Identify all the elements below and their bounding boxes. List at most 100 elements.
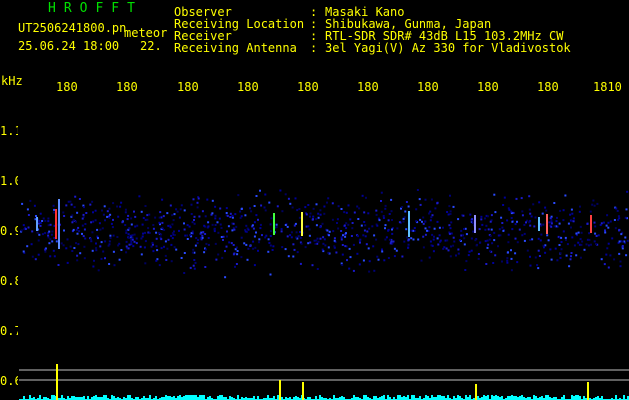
noise-pixel <box>225 207 228 210</box>
noise-pixel <box>49 223 52 226</box>
noise-pixel <box>383 259 386 262</box>
noise-pixel <box>194 244 197 247</box>
y-tick: 0.9 <box>0 224 18 238</box>
noise-pixel <box>516 241 519 244</box>
noise-pixel <box>603 263 606 266</box>
noise-pixel <box>493 193 496 196</box>
noise-pixel <box>90 221 93 224</box>
noise-pixel <box>388 238 391 241</box>
noise-pixel <box>407 239 410 242</box>
noise-pixel <box>48 242 51 245</box>
count-bar <box>425 395 427 400</box>
count-bar <box>407 395 409 400</box>
noise-pixel <box>38 233 41 236</box>
noise-pixel <box>594 225 597 228</box>
noise-pixel <box>406 236 409 239</box>
noise-pixel <box>448 205 451 208</box>
noise-pixel <box>384 204 387 207</box>
noise-pixel <box>380 191 383 194</box>
noise-pixel <box>191 230 194 233</box>
noise-pixel <box>490 214 493 217</box>
noise-pixel <box>481 223 484 226</box>
noise-pixel <box>267 238 270 241</box>
noise-pixel <box>196 201 199 204</box>
noise-pixel <box>521 210 524 213</box>
noise-pixel <box>134 225 137 228</box>
count-bar <box>441 396 443 400</box>
noise-pixel <box>287 255 290 258</box>
count-bar <box>375 396 377 400</box>
noise-pixel <box>207 225 210 228</box>
noise-pixel <box>543 246 545 249</box>
noise-pixel <box>284 224 287 226</box>
noise-pixel <box>252 240 255 243</box>
noise-pixel <box>607 266 610 269</box>
noise-pixel <box>231 214 234 217</box>
noise-pixel <box>204 266 207 268</box>
noise-pixel <box>309 215 311 218</box>
noise-pixel <box>217 253 220 256</box>
x-tick: 1810 <box>593 80 622 94</box>
noise-pixel <box>166 212 169 215</box>
noise-pixel <box>260 204 263 207</box>
noise-pixel <box>518 228 521 231</box>
noise-pixel <box>296 209 299 212</box>
noise-pixel <box>173 246 176 249</box>
noise-pixel <box>596 202 599 205</box>
noise-pixel <box>226 230 228 233</box>
noise-pixel <box>192 248 195 251</box>
noise-pixel <box>450 245 452 248</box>
noise-pixel <box>112 250 115 253</box>
noise-pixel <box>614 227 617 230</box>
count-bar <box>93 396 95 400</box>
noise-pixel <box>593 240 596 243</box>
noise-pixel <box>333 239 336 242</box>
count-bar <box>399 395 401 400</box>
noise-pixel <box>559 209 562 212</box>
noise-pixel <box>494 211 497 214</box>
noise-pixel <box>348 267 351 270</box>
noise-pixel <box>194 261 197 264</box>
noise-pixel <box>564 194 567 197</box>
noise-pixel <box>588 238 591 241</box>
noise-pixel <box>204 215 207 218</box>
noise-pixel <box>484 240 487 243</box>
noise-pixel <box>328 234 330 237</box>
noise-pixel <box>264 193 267 196</box>
noise-pixel <box>235 263 238 265</box>
noise-pixel <box>125 231 128 234</box>
noise-pixel <box>365 196 367 199</box>
noise-pixel <box>520 197 523 200</box>
noise-pixel <box>562 209 565 212</box>
noise-pixel <box>84 237 87 240</box>
noise-pixel <box>489 220 492 223</box>
noise-pixel <box>431 233 434 236</box>
noise-pixel <box>497 245 499 248</box>
noise-pixel <box>591 203 594 206</box>
noise-pixel <box>506 261 509 264</box>
count-bar <box>87 396 89 400</box>
count-bar <box>191 395 193 400</box>
noise-pixel <box>620 233 623 236</box>
count-spike <box>587 382 589 400</box>
noise-pixel <box>437 243 440 246</box>
noise-pixel <box>356 252 359 255</box>
noise-pixel <box>225 245 228 248</box>
y-tick: 1.1 <box>0 124 18 138</box>
noise-pixel <box>83 206 85 209</box>
noise-pixel <box>465 260 468 263</box>
noise-pixel <box>362 259 365 262</box>
count-bar <box>127 395 129 400</box>
noise-pixel <box>618 252 621 255</box>
noise-pixel <box>172 219 175 222</box>
noise-pixel <box>304 246 307 249</box>
noise-pixel <box>130 217 133 220</box>
noise-pixel <box>41 233 44 236</box>
count-bar <box>383 395 385 400</box>
noise-pixel <box>269 230 272 233</box>
noise-pixel <box>165 259 168 261</box>
count-bars <box>19 364 629 400</box>
noise-pixel <box>27 226 30 229</box>
noise-pixel <box>211 212 214 215</box>
noise-pixel <box>327 197 330 200</box>
